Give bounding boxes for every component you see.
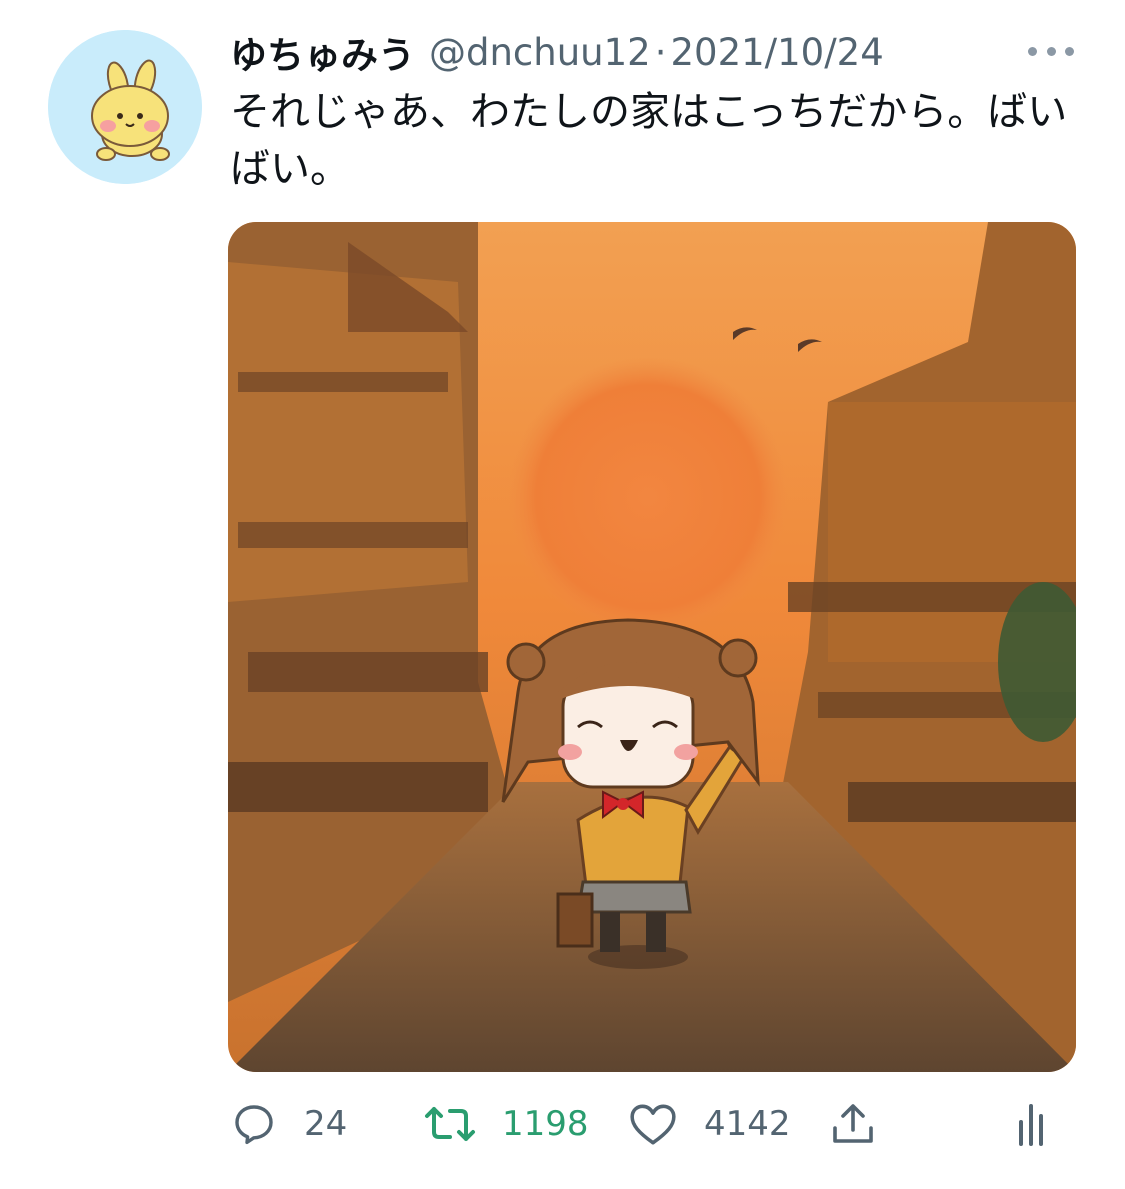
sunset-street-illustration xyxy=(228,222,1076,1072)
avatar[interactable] xyxy=(48,30,202,184)
analytics-icon xyxy=(1019,1104,1043,1146)
heart-icon xyxy=(630,1104,676,1145)
reply-count: 24 xyxy=(304,1104,348,1144)
tweet-date[interactable]: 2021/10/24 xyxy=(670,31,883,74)
reply-button[interactable]: 24 xyxy=(230,1094,347,1154)
retweet-icon xyxy=(425,1107,475,1141)
share-button[interactable] xyxy=(830,1094,876,1154)
more-dot xyxy=(1065,46,1074,56)
avatar-bunny-illustration xyxy=(48,30,202,184)
tweet-text: それじゃあ、わたしの家はこっちだから。ばいばい。 xyxy=(230,89,1068,192)
like-button[interactable]: 4142 xyxy=(628,1094,791,1154)
display-name[interactable]: ゆちゅみう xyxy=(230,25,415,79)
header-separator: · xyxy=(654,30,667,74)
analytics-button[interactable] xyxy=(1016,1094,1046,1154)
retweet-button[interactable]: 1198 xyxy=(424,1094,589,1154)
tweet-image[interactable] xyxy=(228,222,1076,1072)
more-dot xyxy=(1028,46,1037,56)
user-handle[interactable]: @dnchuu12 xyxy=(429,31,651,74)
tweet-header: ゆちゅみう @dnchuu12 · 2021/10/24 xyxy=(230,26,884,78)
more-dot xyxy=(1046,46,1056,56)
share-icon xyxy=(833,1104,873,1143)
retweet-count: 1198 xyxy=(502,1104,589,1144)
like-count: 4142 xyxy=(704,1104,791,1144)
more-icon[interactable] xyxy=(1028,40,1074,62)
reply-icon xyxy=(235,1105,273,1145)
tweet-actions: 24 1198 4142 xyxy=(0,1094,1125,1154)
